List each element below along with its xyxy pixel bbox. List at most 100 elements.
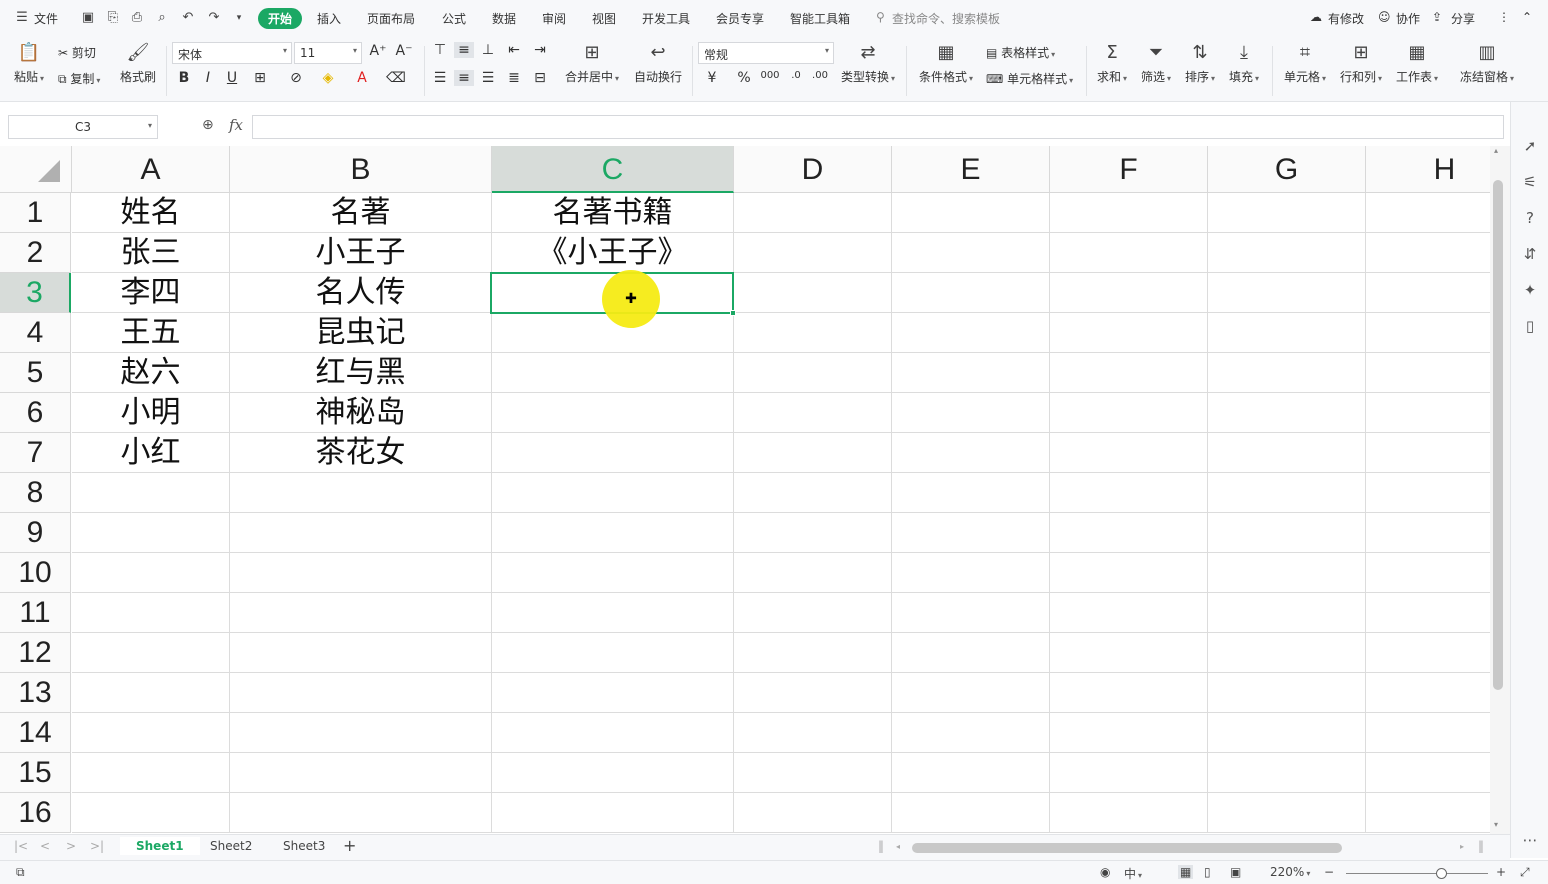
cell-h14[interactable] <box>1366 713 1490 753</box>
cell-c7[interactable] <box>492 433 734 473</box>
cell-b1[interactable]: 名著 <box>230 193 492 233</box>
decrease-indent-icon[interactable]: ⇤ <box>504 42 524 58</box>
backup-icon[interactable]: ⇵ <box>1520 244 1540 264</box>
wrap-text-button[interactable]: ↩ 自动换行 <box>630 42 686 85</box>
tab-data[interactable]: 数据 <box>492 10 516 27</box>
modified-status[interactable]: 有修改 <box>1328 10 1364 27</box>
font-color-icon[interactable]: A <box>352 70 372 86</box>
cell-g3[interactable] <box>1208 273 1366 313</box>
column-header-c[interactable]: C <box>492 146 734 193</box>
row-header-16[interactable]: 16 <box>0 793 71 833</box>
row-header-12[interactable]: 12 <box>0 633 71 673</box>
cell-f15[interactable] <box>1050 753 1208 793</box>
fullscreen-icon[interactable]: ⤢ <box>1520 865 1530 880</box>
cell-g10[interactable] <box>1208 553 1366 593</box>
row-header-13[interactable]: 13 <box>0 673 71 713</box>
cell-f2[interactable] <box>1050 233 1208 273</box>
cell-c12[interactable] <box>492 633 734 673</box>
cell-h16[interactable] <box>1366 793 1490 833</box>
cell-b5[interactable]: 红与黑 <box>230 353 492 393</box>
cell-e16[interactable] <box>892 793 1050 833</box>
cell-g16[interactable] <box>1208 793 1366 833</box>
borders-icon[interactable]: ⊞ <box>250 70 270 86</box>
tab-member[interactable]: 会员专享 <box>716 10 764 27</box>
cell-h4[interactable] <box>1366 313 1490 353</box>
cell-c6[interactable] <box>492 393 734 433</box>
row-header-4[interactable]: 4 <box>0 313 71 353</box>
align-left-icon[interactable]: ☰ <box>430 70 450 86</box>
split-handle-icon[interactable]: ‖ <box>878 839 884 853</box>
cell-b3[interactable]: 名人传 <box>230 273 492 313</box>
save-icon[interactable]: ▣ <box>80 10 96 26</box>
search-icon[interactable]: ⚲ <box>876 10 885 24</box>
cell-h8[interactable] <box>1366 473 1490 513</box>
cell-e6[interactable] <box>892 393 1050 433</box>
more-options-icon[interactable]: ⋮ <box>1498 10 1510 24</box>
formula-input[interactable] <box>252 115 1504 139</box>
add-sheet-icon[interactable]: + <box>343 836 356 855</box>
sort-button[interactable]: ⇅ 排序 ▾ <box>1182 42 1218 85</box>
scroll-right-icon[interactable]: ▸ <box>1460 842 1464 851</box>
file-menu[interactable]: 文件 <box>34 10 58 27</box>
cell-style-button[interactable]: ⌨ 单元格样式 ▾ <box>986 70 1073 87</box>
collapse-ribbon-icon[interactable]: ⌃ <box>1522 10 1532 24</box>
book-icon[interactable]: ▯ <box>1520 316 1540 336</box>
cell-a14[interactable] <box>72 713 230 753</box>
cell-f6[interactable] <box>1050 393 1208 433</box>
cell-a10[interactable] <box>72 553 230 593</box>
cell-f8[interactable] <box>1050 473 1208 513</box>
cell-e3[interactable] <box>892 273 1050 313</box>
export-pdf-icon[interactable]: ⎘ <box>105 10 121 26</box>
row-col-button[interactable]: ⊞ 行和列 ▾ <box>1336 42 1386 85</box>
print-preview-icon[interactable]: ⌕ <box>154 10 170 26</box>
currency-icon[interactable]: ¥ <box>702 70 722 86</box>
scroll-up-icon[interactable]: ▴ <box>1494 146 1498 155</box>
row-header-2[interactable]: 2 <box>0 233 71 273</box>
cell-b13[interactable] <box>230 673 492 713</box>
cell-d14[interactable] <box>734 713 892 753</box>
cell-f1[interactable] <box>1050 193 1208 233</box>
clear-format-icon[interactable]: ⌫ <box>386 70 406 86</box>
column-header-f[interactable]: F <box>1050 146 1208 193</box>
cell-h2[interactable] <box>1366 233 1490 273</box>
cell-d2[interactable] <box>734 233 892 273</box>
row-header-7[interactable]: 7 <box>0 433 71 473</box>
cell-f3[interactable] <box>1050 273 1208 313</box>
cell-c15[interactable] <box>492 753 734 793</box>
align-center-icon[interactable]: ≡ <box>454 70 474 86</box>
font-size-select[interactable]: 11 ▾ <box>294 42 362 64</box>
cell-a6[interactable]: 小明 <box>72 393 230 433</box>
fx-icon[interactable]: fx <box>229 116 243 134</box>
cell-g9[interactable] <box>1208 513 1366 553</box>
row-header-1[interactable]: 1 <box>0 193 71 233</box>
cell-b15[interactable] <box>230 753 492 793</box>
tab-formulas[interactable]: 公式 <box>442 10 466 27</box>
cell-f13[interactable] <box>1050 673 1208 713</box>
help-icon[interactable]: ? <box>1520 208 1540 228</box>
cell-h10[interactable] <box>1366 553 1490 593</box>
cell-c1[interactable]: 名著书籍 <box>492 193 734 233</box>
cell-a9[interactable] <box>72 513 230 553</box>
cell-d15[interactable] <box>734 753 892 793</box>
cell-d16[interactable] <box>734 793 892 833</box>
cell-g7[interactable] <box>1208 433 1366 473</box>
zoom-formula-icon[interactable]: ⊕ <box>202 117 214 133</box>
font-name-select[interactable]: 宋体 ▾ <box>172 42 292 64</box>
cell-e12[interactable] <box>892 633 1050 673</box>
vertical-scrollbar-thumb[interactable] <box>1493 180 1503 690</box>
cell-g6[interactable] <box>1208 393 1366 433</box>
cell-h3[interactable] <box>1366 273 1490 313</box>
chevron-down-icon[interactable]: ▾ <box>148 121 152 130</box>
cell-f7[interactable] <box>1050 433 1208 473</box>
cell-a12[interactable] <box>72 633 230 673</box>
cell-h7[interactable] <box>1366 433 1490 473</box>
cell-h12[interactable] <box>1366 633 1490 673</box>
scroll-left-icon[interactable]: ◂ <box>896 842 900 851</box>
input-method-icon[interactable]: 中 ▾ <box>1124 865 1142 882</box>
cell-d4[interactable] <box>734 313 892 353</box>
cell-b14[interactable] <box>230 713 492 753</box>
scroll-down-icon[interactable]: ▾ <box>1494 820 1498 829</box>
bold-icon[interactable]: B <box>174 70 194 86</box>
more-icon[interactable]: ⋯ <box>1520 830 1540 850</box>
cell-b10[interactable] <box>230 553 492 593</box>
